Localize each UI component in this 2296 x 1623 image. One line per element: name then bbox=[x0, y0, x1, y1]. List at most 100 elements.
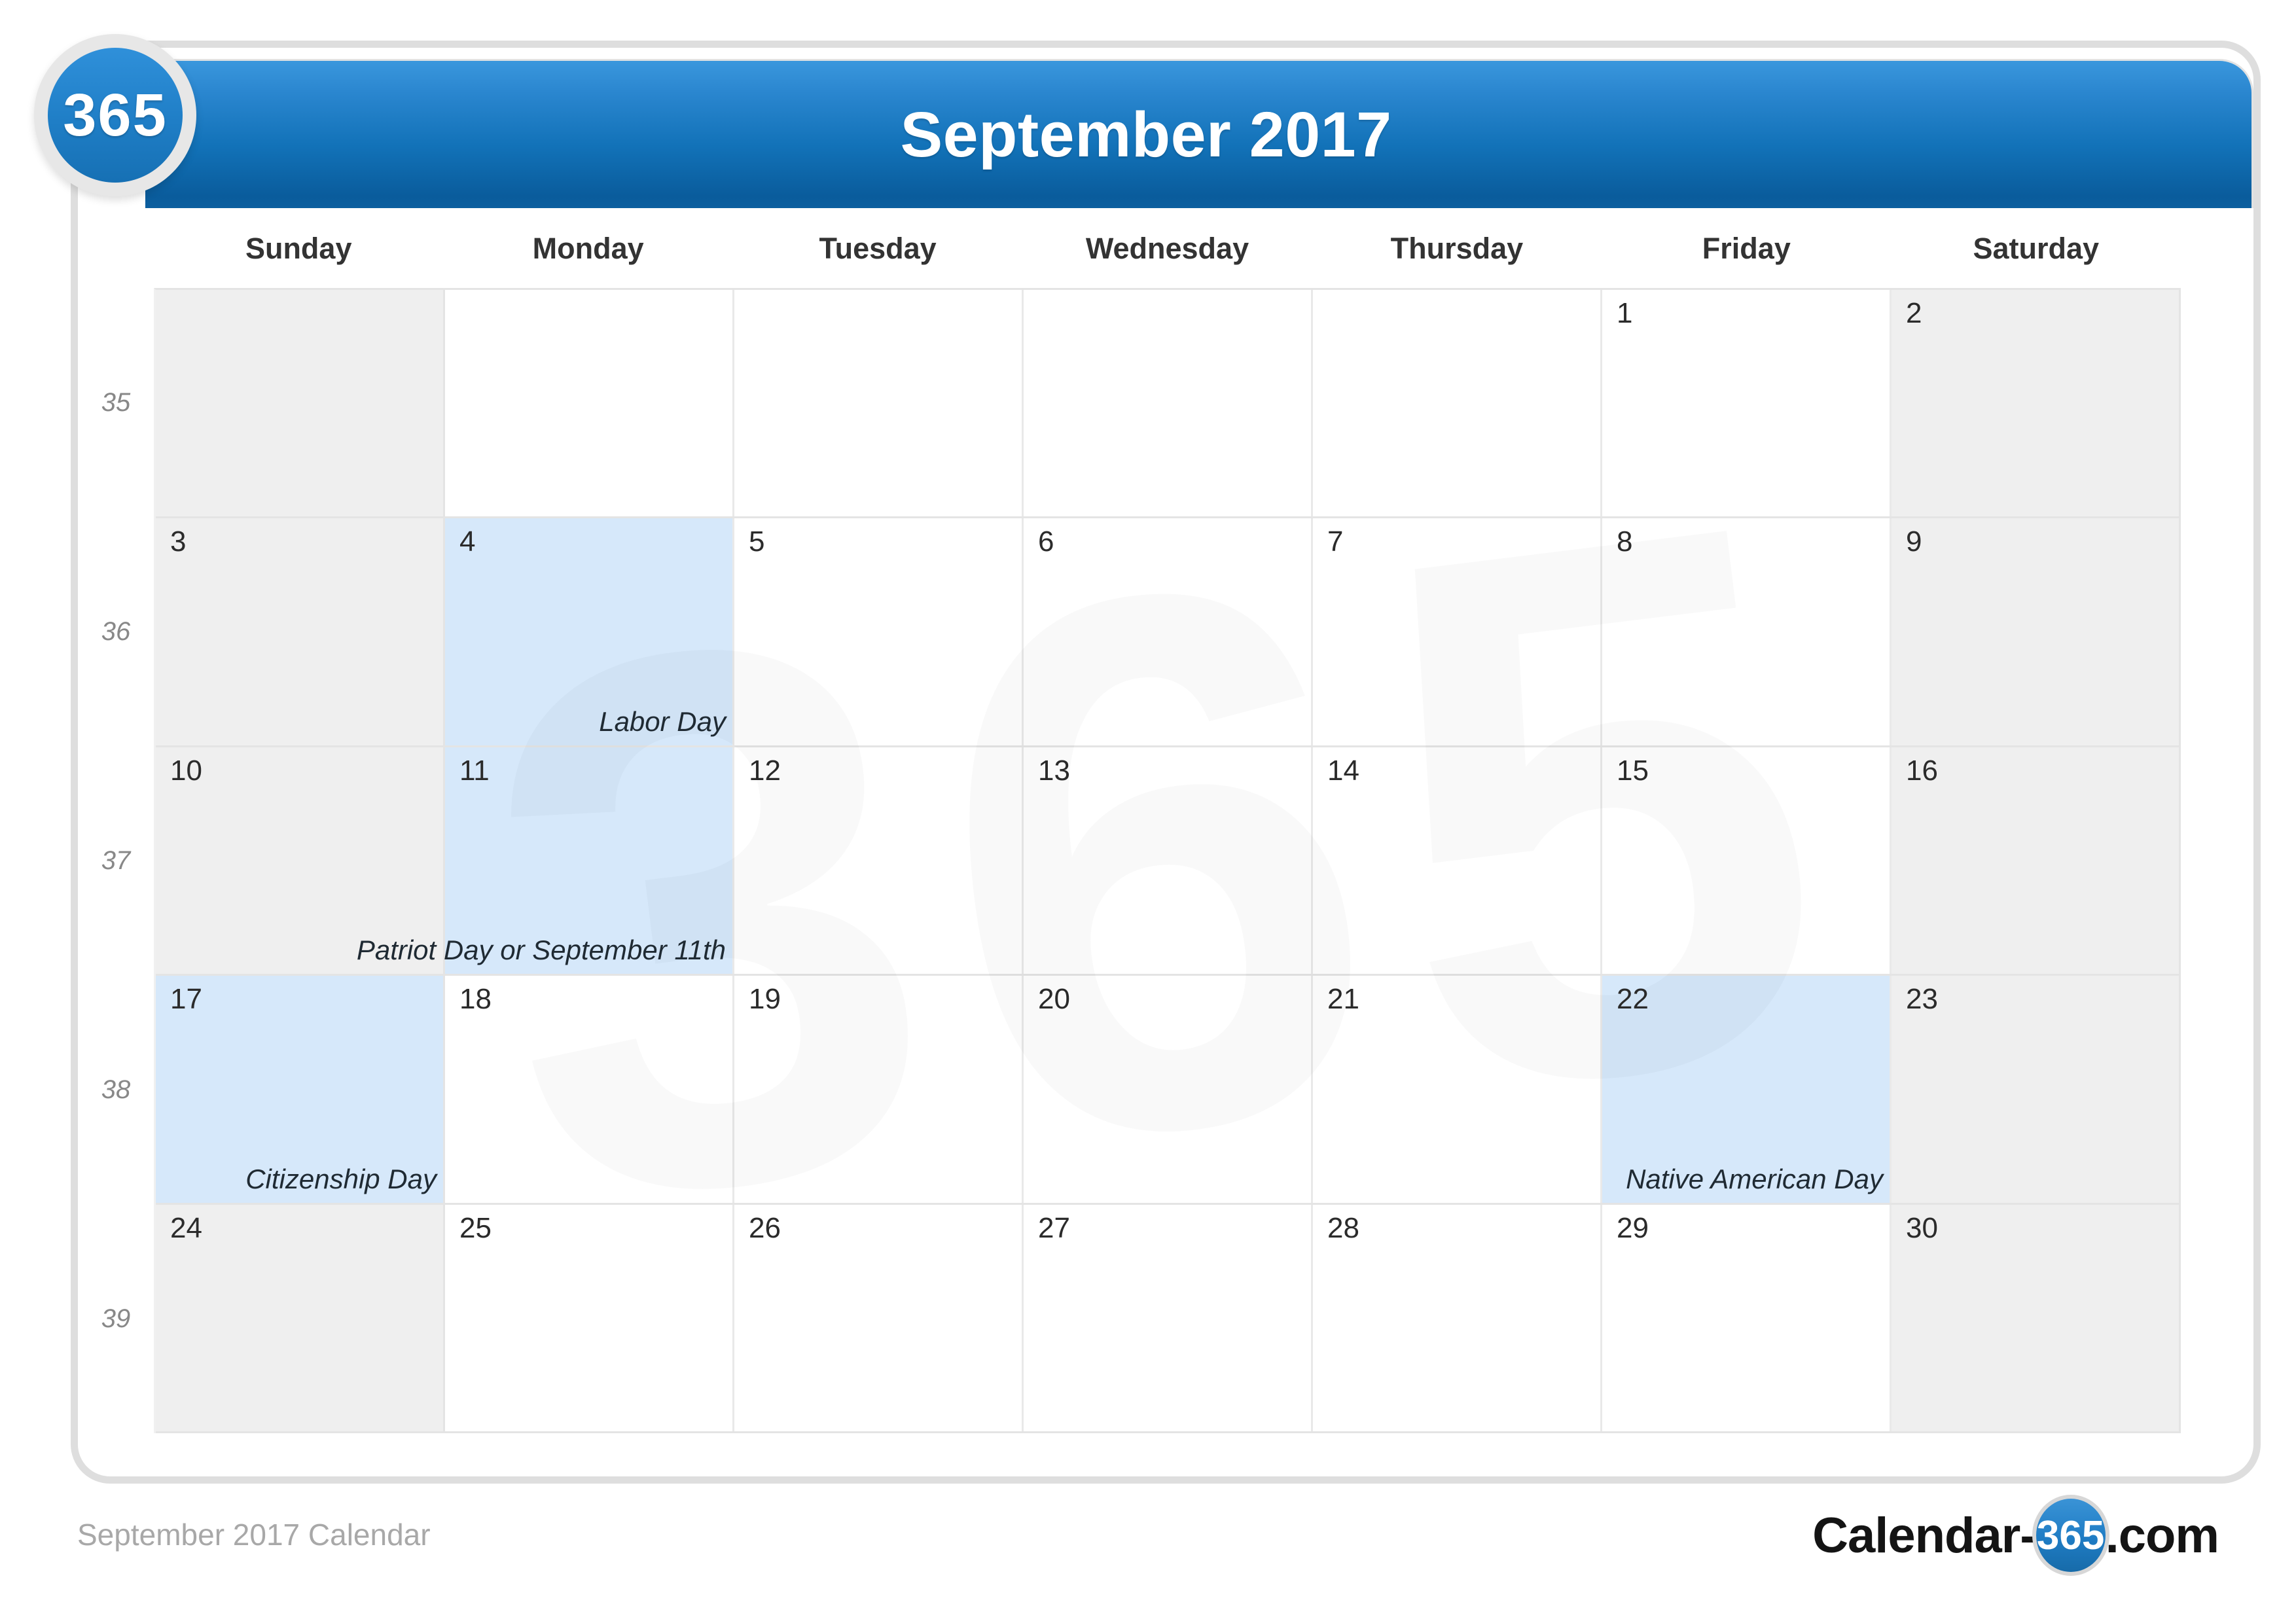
holiday-label: Patriot Day or September 11th bbox=[356, 935, 726, 966]
day-cell[interactable]: 19 bbox=[734, 976, 1024, 1203]
day-number: 8 bbox=[1617, 526, 1633, 558]
day-cell[interactable]: 15 bbox=[1602, 747, 1892, 974]
logo-365-circle-icon: 365 bbox=[2032, 1495, 2109, 1576]
day-cell[interactable]: 5 bbox=[734, 518, 1024, 745]
day-number: 29 bbox=[1617, 1211, 1649, 1244]
brand-365-badge-label: 365 bbox=[63, 81, 168, 149]
day-number: 25 bbox=[459, 1211, 492, 1244]
week-number: 35 bbox=[101, 387, 131, 417]
day-cell[interactable]: 8 bbox=[1602, 518, 1892, 745]
day-number: 13 bbox=[1038, 754, 1070, 787]
day-number: 30 bbox=[1906, 1211, 1938, 1244]
calendar-week-row: 24 25 26 27 28 29 30 bbox=[156, 1204, 2181, 1434]
weekday-header-wednesday: Wednesday bbox=[1085, 232, 1249, 265]
day-number: 26 bbox=[749, 1211, 781, 1244]
day-cell[interactable]: 25 bbox=[445, 1204, 734, 1432]
day-number: 16 bbox=[1906, 754, 1938, 787]
day-number: 24 bbox=[170, 1211, 202, 1244]
day-number: 21 bbox=[1327, 983, 1359, 1016]
calendar-week-row: 10 11 Patriot Day or September 11th 12 13 14 1… bbox=[156, 747, 2181, 976]
day-number: 2 bbox=[1906, 297, 1922, 329]
day-number: 14 bbox=[1327, 754, 1359, 787]
day-cell[interactable]: 27 bbox=[1024, 1204, 1313, 1432]
holiday-label: Native American Day bbox=[1626, 1163, 1883, 1194]
day-cell[interactable]: 30 bbox=[1892, 1204, 2181, 1432]
day-number: 15 bbox=[1617, 754, 1649, 787]
day-cell[interactable]: 18 bbox=[445, 976, 734, 1203]
day-cell[interactable]: 26 bbox=[734, 1204, 1024, 1432]
weekday-header-tuesday: Tuesday bbox=[819, 232, 937, 265]
week-number: 38 bbox=[101, 1075, 131, 1104]
day-number: 27 bbox=[1038, 1211, 1070, 1244]
weekday-header-saturday: Saturday bbox=[1973, 232, 2100, 265]
day-number: 10 bbox=[170, 754, 202, 787]
week-number: 37 bbox=[101, 846, 131, 875]
day-cell[interactable]: 4 Labor Day bbox=[445, 518, 734, 745]
day-cell[interactable]: 12 bbox=[734, 747, 1024, 974]
calendar-grid: 1 2 3 4 Labor Day 5 6 7 8 9 10 11 Patriot Day or Sep… bbox=[154, 288, 2181, 1434]
day-cell[interactable]: 11 Patriot Day or September 11th bbox=[357, 747, 734, 974]
calendar-week-row: 3 4 Labor Day 5 6 7 8 9 bbox=[156, 518, 2181, 747]
day-number: 18 bbox=[459, 983, 492, 1016]
day-cell[interactable]: 28 bbox=[1313, 1204, 1602, 1432]
weekday-header-row: Sunday Monday Tuesday Wednesday Thursday Frid… bbox=[154, 209, 2181, 288]
day-cell-empty bbox=[445, 290, 734, 517]
day-cell[interactable]: 2 bbox=[1892, 290, 2181, 517]
day-cell[interactable]: 21 bbox=[1313, 976, 1602, 1203]
day-number: 23 bbox=[1906, 983, 1938, 1016]
day-number: 17 bbox=[170, 983, 202, 1016]
calendar-body: Sunday Monday Tuesday Wednesday Thursday Frid… bbox=[78, 209, 2181, 1434]
day-cell[interactable]: 13 bbox=[1024, 747, 1313, 974]
day-cell[interactable]: 6 bbox=[1024, 518, 1313, 745]
page-title: September 2017 bbox=[900, 98, 1392, 170]
day-cell[interactable]: 7 bbox=[1313, 518, 1602, 745]
day-cell[interactable]: 24 bbox=[156, 1204, 445, 1432]
weekday-header-friday: Friday bbox=[1702, 232, 1791, 265]
footer-caption: September 2017 Calendar bbox=[77, 1518, 431, 1552]
calendar-week-row: 17 Citizenship Day 18 19 20 21 22 Native Americ… bbox=[156, 976, 2181, 1205]
day-cell[interactable]: 16 bbox=[1892, 747, 2181, 974]
calendar365-logo[interactable]: Calendar- 365 .com bbox=[1812, 1495, 2219, 1576]
calendar-page: September 2017 365 Sunday Monday Tuesday We… bbox=[0, 0, 2296, 1623]
day-cell[interactable]: 1 bbox=[1602, 290, 1892, 517]
week-number-gutter: 35 36 37 38 39 bbox=[78, 288, 154, 1433]
day-number: 19 bbox=[749, 983, 781, 1016]
day-cell-empty bbox=[1313, 290, 1602, 517]
day-number: 1 bbox=[1617, 297, 1633, 329]
day-number: 7 bbox=[1327, 526, 1344, 558]
day-number: 11 bbox=[459, 754, 490, 787]
day-number: 28 bbox=[1327, 1211, 1359, 1244]
day-number: 3 bbox=[170, 526, 187, 558]
day-number: 5 bbox=[749, 526, 765, 558]
calendar-header-bar: September 2017 bbox=[145, 59, 2253, 208]
weekday-header-sunday: Sunday bbox=[245, 232, 352, 265]
day-number: 20 bbox=[1038, 983, 1070, 1016]
day-cell-empty bbox=[156, 290, 445, 517]
day-number: 12 bbox=[749, 754, 781, 787]
day-cell-empty bbox=[1024, 290, 1313, 517]
logo-prefix: Calendar- bbox=[1812, 1507, 2037, 1563]
day-cell[interactable]: 22 Native American Day bbox=[1602, 976, 1892, 1203]
weekday-header-monday: Monday bbox=[532, 232, 644, 265]
day-number: 6 bbox=[1038, 526, 1054, 558]
week-number: 39 bbox=[101, 1304, 131, 1333]
day-cell[interactable]: 17 Citizenship Day bbox=[156, 976, 445, 1203]
weekday-header-thursday: Thursday bbox=[1390, 232, 1524, 265]
brand-365-badge-inner: 365 bbox=[48, 48, 183, 183]
brand-365-badge-icon: 365 bbox=[34, 34, 196, 196]
day-cell[interactable]: 20 bbox=[1024, 976, 1313, 1203]
holiday-label: Citizenship Day bbox=[245, 1163, 437, 1194]
calendar-week-row: 12 bbox=[156, 290, 2181, 519]
day-cell-empty bbox=[734, 290, 1024, 517]
week-number: 36 bbox=[101, 616, 131, 646]
day-cell[interactable]: 29 bbox=[1602, 1204, 1892, 1432]
logo-365-label: 365 bbox=[2036, 1512, 2105, 1558]
day-cell[interactable]: 23 bbox=[1892, 976, 2181, 1203]
day-number: 22 bbox=[1617, 983, 1649, 1016]
day-cell[interactable]: 3 bbox=[156, 518, 445, 745]
day-cell[interactable]: 9 bbox=[1892, 518, 2181, 745]
day-number: 4 bbox=[459, 526, 476, 558]
day-cell[interactable]: 14 bbox=[1313, 747, 1602, 974]
logo-suffix: .com bbox=[2105, 1507, 2219, 1563]
holiday-label: Labor Day bbox=[599, 705, 726, 737]
